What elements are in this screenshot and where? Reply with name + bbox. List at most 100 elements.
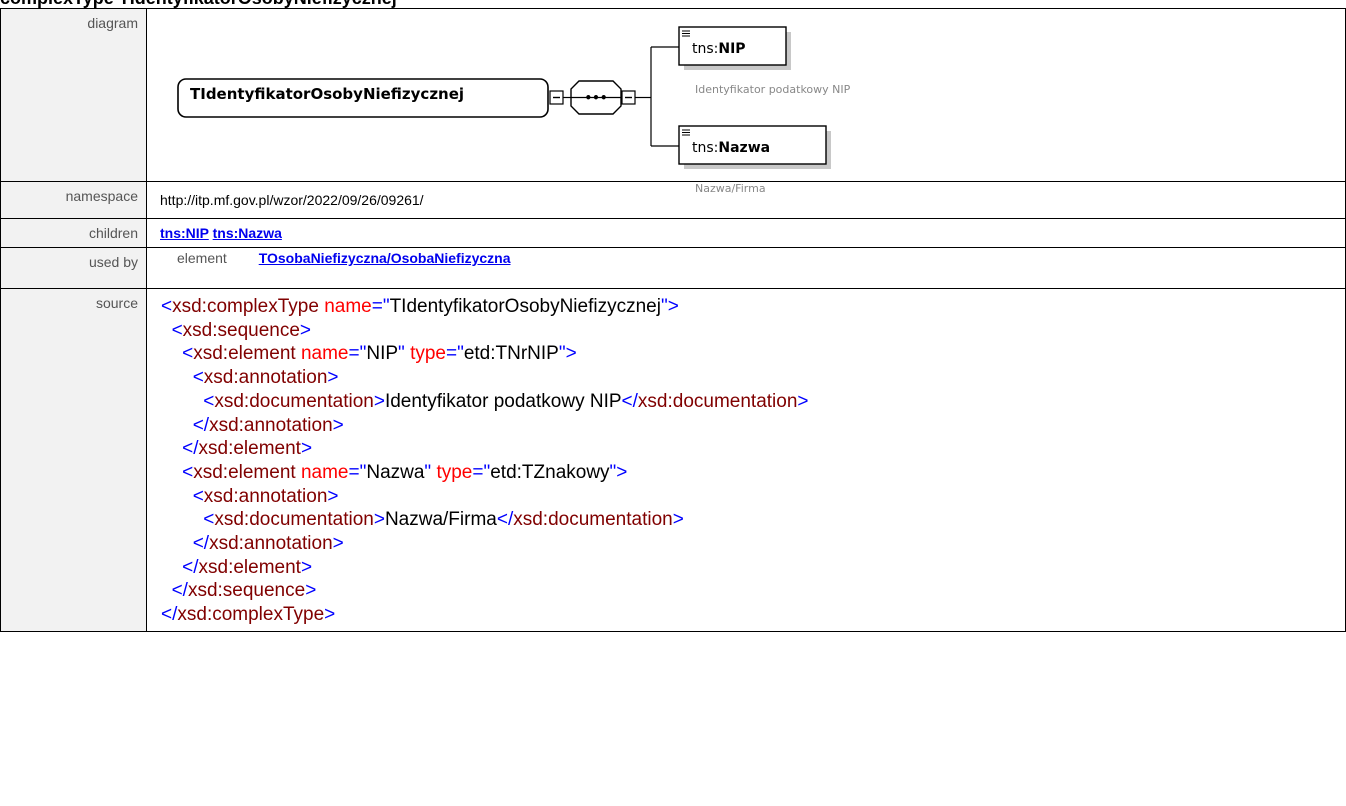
source-token-tagname: xsd:annotation bbox=[209, 414, 333, 436]
source-token-tag: "> bbox=[609, 461, 628, 483]
source-cell: <xsd:complexType name="TIdentyfikatorOso… bbox=[146, 288, 1346, 632]
nazwa-documentation: Nazwa/Firma bbox=[695, 182, 766, 195]
children-cell: tns:NIP tns:Nazwa bbox=[146, 218, 1346, 248]
child-link-nip[interactable]: tns:NIP bbox=[160, 225, 209, 241]
source-token-attr: type bbox=[436, 461, 473, 483]
source-line: </xsd:complexType> bbox=[161, 603, 1345, 627]
used-by-kind: element bbox=[177, 250, 227, 266]
source-token-txt bbox=[161, 509, 203, 530]
source-line: <xsd:documentation>Nazwa/Firma</xsd:docu… bbox=[161, 508, 1345, 532]
source-token-tag: > bbox=[327, 367, 339, 389]
source-token-txt: Nazwa/Firma bbox=[384, 509, 497, 531]
namespace-row: namespace http://itp.mf.gov.pl/wzor/2022… bbox=[0, 181, 1346, 219]
source-token-tagname: xsd:documentation bbox=[513, 509, 673, 531]
namespace-label: namespace bbox=[65, 188, 138, 204]
diagram-label: diagram bbox=[87, 15, 138, 31]
used-by-link[interactable]: TOsobaNiefizyczna/OsobaNiefizyczna bbox=[259, 250, 511, 266]
source-token-attr: name bbox=[324, 296, 372, 317]
nazwa-element-label[interactable]: tns:Nazwa bbox=[692, 140, 770, 156]
source-token-tag: > bbox=[373, 509, 385, 531]
namespace-label-cell: namespace bbox=[0, 181, 147, 219]
source-token-tag: > bbox=[300, 556, 313, 578]
source-token-txt bbox=[161, 320, 172, 341]
source-token-txt bbox=[161, 343, 182, 364]
source-token-txt bbox=[161, 557, 182, 578]
source-token-tagname: xsd:element bbox=[198, 438, 301, 460]
source-token-tag: > bbox=[305, 580, 317, 602]
diagram-label-cell: diagram bbox=[0, 8, 147, 182]
nazwa-name: Nazwa bbox=[718, 140, 771, 156]
source-token-tag: </ bbox=[161, 604, 178, 626]
source-token-tag: </ bbox=[496, 509, 514, 531]
source-line: <xsd:element name="NIP" type="etd:TNrNIP… bbox=[161, 342, 1345, 366]
schema-doc-table: diagram ••• TIdentyfikatorOsobyNiefizycz… bbox=[0, 8, 1346, 632]
source-token-tagname: xsd:complexType bbox=[177, 604, 325, 626]
root-collapse-icon[interactable] bbox=[549, 90, 564, 105]
source-line: </xsd:element> bbox=[161, 556, 1345, 580]
source-token-attrval: TIdentyfikatorOsobyNiefizycznej bbox=[389, 296, 661, 317]
source-token-tagname: xsd:documentation bbox=[214, 390, 374, 412]
source-token-tag: < bbox=[161, 296, 173, 317]
source-line: </xsd:annotation> bbox=[161, 414, 1345, 438]
source-token-tag: > bbox=[373, 390, 385, 412]
source-token-tag: =" bbox=[348, 343, 367, 365]
children-label: children bbox=[88, 225, 138, 241]
source-token-tagname: xsd:sequence bbox=[182, 319, 300, 341]
source-token-tagname: xsd:element bbox=[198, 556, 301, 578]
source-token-tagname: xsd:annotation bbox=[209, 533, 333, 555]
nip-documentation: Identyfikator podatkowy NIP bbox=[695, 83, 851, 96]
source-token-txt bbox=[161, 415, 193, 436]
source-token-attr: type bbox=[410, 343, 446, 365]
child-link-nazwa[interactable]: tns:Nazwa bbox=[213, 225, 282, 241]
source-token-attrval: Nazwa bbox=[366, 461, 425, 483]
source-line: <xsd:annotation> bbox=[161, 366, 1345, 390]
source-line: <xsd:annotation> bbox=[161, 485, 1345, 509]
source-token-tag: < bbox=[182, 461, 194, 483]
used-by-row: used by element TOsobaNiefizyczna/OsobaN… bbox=[0, 247, 1346, 289]
source-token-tag: < bbox=[203, 390, 215, 412]
source-line: </xsd:sequence> bbox=[161, 579, 1345, 603]
source-token-tagname: xsd:documentation bbox=[214, 509, 374, 531]
source-line: <xsd:complexType name="TIdentyfikatorOso… bbox=[161, 295, 1345, 319]
type-diagram: ••• TIdentyfikatorOsobyNiefizycznej tns:… bbox=[147, 9, 1345, 195]
children-row: children tns:NIP tns:Nazwa bbox=[0, 218, 1346, 248]
source-token-tag: =" bbox=[348, 461, 367, 483]
source-token-txt bbox=[161, 391, 203, 412]
source-token-tag: =" bbox=[445, 343, 464, 365]
source-token-tag: > bbox=[327, 485, 339, 507]
source-token-tag: "> bbox=[660, 296, 679, 317]
used-by-label-cell: used by bbox=[0, 247, 147, 289]
sequence-symbol: ••• bbox=[584, 91, 607, 105]
source-token-tagname: xsd:complexType bbox=[172, 296, 319, 317]
source-token-tagname: xsd:documentation bbox=[637, 390, 798, 412]
source-token-tag: </ bbox=[621, 390, 638, 412]
sequence-collapse-icon[interactable] bbox=[621, 90, 636, 105]
source-token-tag: < bbox=[182, 343, 194, 365]
source-token-tagname: xsd:annotation bbox=[203, 485, 328, 507]
source-token-txt bbox=[161, 533, 193, 554]
source-line: <xsd:sequence> bbox=[161, 319, 1345, 343]
source-token-tag: </ bbox=[182, 438, 199, 460]
source-token-txt bbox=[161, 438, 182, 459]
source-token-attr: name bbox=[300, 343, 349, 365]
source-token-tagname: xsd:element bbox=[193, 461, 296, 483]
source-token-tagname: xsd:sequence bbox=[187, 580, 306, 602]
source-line: </xsd:element> bbox=[161, 437, 1345, 461]
source-token-tag: < bbox=[192, 485, 204, 507]
page-title: complexType TIdentyfikatorOsobyNiefizycz… bbox=[0, 0, 397, 8]
source-token-txt bbox=[161, 367, 193, 388]
source-row: source <xsd:complexType name="TIdentyfik… bbox=[0, 288, 1346, 632]
source-token-tag: =" bbox=[472, 461, 491, 483]
source-token-txt bbox=[161, 580, 172, 601]
source-token-tag: > bbox=[299, 319, 312, 341]
nazwa-prefix: tns: bbox=[692, 140, 719, 156]
nip-element-label[interactable]: tns:NIP bbox=[692, 41, 746, 57]
source-token-attrval: etd:TNrNIP bbox=[463, 343, 559, 365]
used-by-label: used by bbox=[88, 254, 138, 270]
source-token-attrval: NIP bbox=[366, 343, 399, 365]
source-line: <xsd:documentation>Identyfikator podatko… bbox=[161, 390, 1345, 414]
source-token-tag: </ bbox=[171, 580, 188, 602]
source-token-tag: "> bbox=[558, 343, 577, 365]
source-token-tagname: xsd:annotation bbox=[203, 367, 328, 389]
nip-prefix: tns: bbox=[692, 41, 719, 57]
